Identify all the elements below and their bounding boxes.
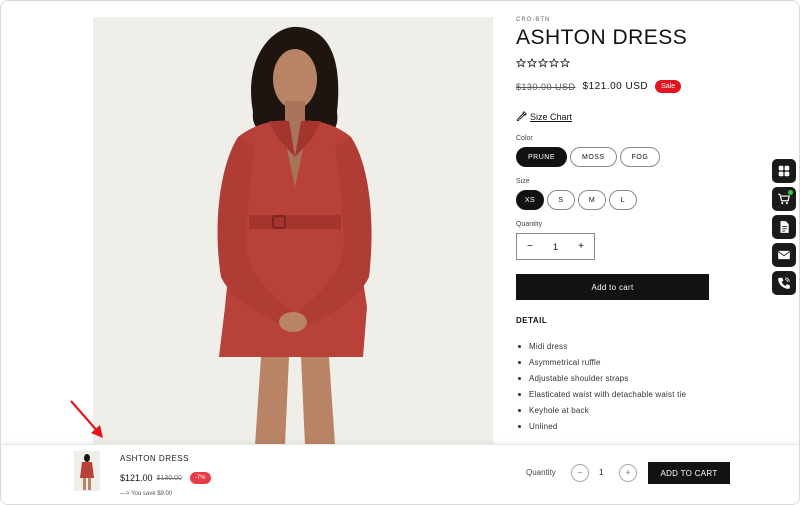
size-options: XS S M L bbox=[516, 190, 716, 210]
color-label: Color bbox=[516, 135, 533, 142]
floating-actions bbox=[772, 159, 796, 295]
detail-item: Elasticated waist with detachable waist … bbox=[516, 390, 716, 399]
detail-heading: DETAIL bbox=[516, 316, 548, 325]
sticky-quantity-increase-button[interactable]: + bbox=[619, 464, 637, 482]
sticky-old-price: $130.00 bbox=[156, 474, 182, 482]
sticky-quantity-label: Quantity bbox=[526, 468, 556, 477]
sticky-quantity-decrease-button[interactable]: − bbox=[571, 464, 589, 482]
detail-item: Asymmetrical ruffle bbox=[516, 358, 716, 367]
size-chart-link[interactable]: Size Chart bbox=[516, 111, 716, 122]
sticky-sale-price: $121.00 bbox=[120, 473, 153, 483]
annotation-arrow-icon bbox=[70, 400, 103, 438]
quantity-decrease-button[interactable]: − bbox=[527, 241, 533, 252]
sticky-add-to-cart-bar: ASHTON DRESS $121.00 $130.00 -7% —> You … bbox=[2, 444, 799, 504]
quantity-increase-button[interactable]: + bbox=[578, 241, 584, 252]
mail-icon bbox=[777, 250, 791, 260]
quantity-input[interactable]: 1 bbox=[553, 242, 558, 252]
detail-list: Midi dress Asymmetrical ruffle Adjustabl… bbox=[516, 342, 716, 431]
color-option-prune[interactable]: PRUNE bbox=[516, 147, 568, 167]
old-price: $130.00 USD bbox=[516, 81, 576, 92]
product-info: CRO-BTN ASHTON DRESS $130.00 USD $121.00… bbox=[516, 17, 716, 438]
product-title: ASHTON DRESS bbox=[516, 26, 688, 49]
size-option-xs[interactable]: XS bbox=[516, 190, 544, 210]
phone-icon bbox=[778, 277, 790, 289]
size-option-l[interactable]: L bbox=[609, 190, 637, 210]
grid-button[interactable] bbox=[772, 159, 796, 183]
quantity-label: Quantity bbox=[516, 221, 543, 228]
star-icon bbox=[527, 58, 537, 68]
price-row: $130.00 USD $121.00 USD Sale bbox=[516, 80, 716, 93]
size-label: Size bbox=[516, 178, 530, 185]
color-option-moss[interactable]: MOSS bbox=[570, 147, 617, 167]
quantity-stepper: − 1 + bbox=[516, 233, 595, 260]
product-sku: CRO-BTN bbox=[516, 17, 551, 23]
color-option-fog[interactable]: FOG bbox=[619, 147, 661, 167]
page-frame: CRO-BTN ASHTON DRESS $130.00 USD $121.00… bbox=[0, 0, 800, 505]
detail-item: Keyhole at back bbox=[516, 406, 716, 415]
sticky-add-to-cart-button[interactable]: ADD TO CART bbox=[648, 462, 730, 484]
color-options: PRUNE MOSS FOG bbox=[516, 147, 716, 167]
detail-item: Midi dress bbox=[516, 342, 716, 351]
add-to-cart-button[interactable]: Add to cart bbox=[516, 274, 709, 300]
star-icon bbox=[516, 58, 526, 68]
size-option-m[interactable]: M bbox=[578, 190, 606, 210]
savings-text: —> You save $9.00 bbox=[120, 491, 173, 497]
detail-item: Unlined bbox=[516, 422, 716, 431]
rating-stars[interactable] bbox=[516, 58, 716, 68]
star-icon bbox=[538, 58, 548, 68]
product-thumbnail bbox=[74, 451, 100, 491]
product-image bbox=[93, 17, 493, 445]
star-icon bbox=[560, 58, 570, 68]
sticky-product-title: ASHTON DRESS bbox=[120, 454, 189, 463]
mail-button[interactable] bbox=[772, 243, 796, 267]
sale-price: $121.00 USD bbox=[582, 81, 649, 92]
size-option-s[interactable]: S bbox=[547, 190, 575, 210]
pencil-icon bbox=[516, 111, 527, 122]
discount-badge: -7% bbox=[189, 472, 211, 484]
star-icon bbox=[549, 58, 559, 68]
size-chart-label: Size Chart bbox=[530, 111, 573, 122]
document-icon bbox=[780, 221, 789, 233]
cart-button[interactable] bbox=[772, 187, 796, 211]
cart-notification-dot bbox=[788, 190, 793, 195]
detail-item: Adjustable shoulder straps bbox=[516, 374, 716, 383]
document-button[interactable] bbox=[772, 215, 796, 239]
sticky-price-row: $121.00 $130.00 -7% bbox=[120, 472, 211, 484]
thumbnail-illustration bbox=[80, 454, 94, 490]
sale-badge: Sale bbox=[655, 80, 682, 93]
model-illustration bbox=[217, 26, 372, 445]
grid-icon bbox=[778, 165, 790, 177]
phone-button[interactable] bbox=[772, 271, 796, 295]
sticky-quantity-input[interactable]: 1 bbox=[599, 468, 603, 477]
